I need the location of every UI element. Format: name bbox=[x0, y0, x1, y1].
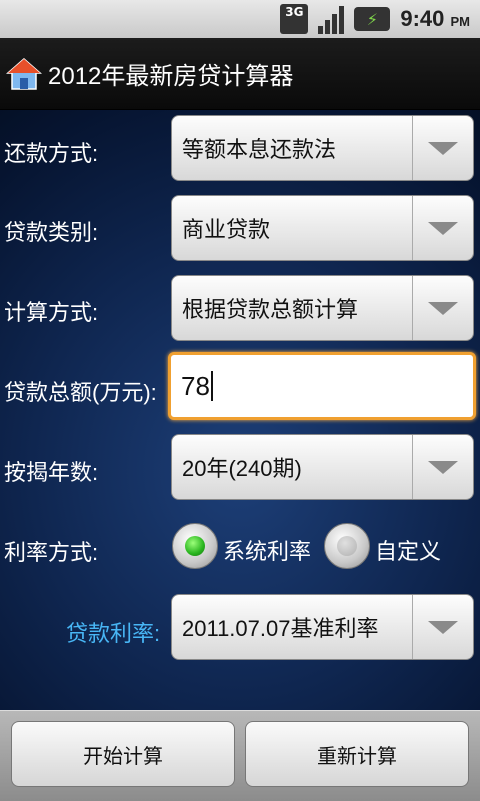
radio-system-rate[interactable] bbox=[172, 523, 218, 569]
radio-custom-rate[interactable] bbox=[324, 523, 370, 569]
app-title: 2012年最新房贷计算器 bbox=[48, 63, 294, 90]
rate-mode-label: 利率方式: bbox=[4, 540, 99, 565]
loan-rate-value: 2011.07.07基准利率 bbox=[182, 616, 379, 641]
repayment-method-spinner[interactable]: 等额本息还款法 bbox=[171, 115, 474, 181]
repayment-method-label: 还款方式: bbox=[4, 141, 99, 166]
text-cursor bbox=[210, 371, 213, 401]
calc-method-spinner[interactable]: 根据贷款总额计算 bbox=[171, 275, 474, 341]
loan-type-value: 商业贷款 bbox=[182, 217, 271, 242]
signal-strength-icon bbox=[318, 4, 345, 34]
dropdown-arrow-icon bbox=[412, 435, 473, 499]
dropdown-arrow-icon bbox=[412, 276, 473, 340]
calc-method-label: 计算方式: bbox=[4, 300, 99, 325]
years-value: 20年(240期) bbox=[182, 456, 302, 481]
network-3g-icon: 3G bbox=[280, 4, 309, 34]
loan-amount-value: 78 bbox=[181, 370, 210, 401]
years-spinner[interactable]: 20年(240期) bbox=[171, 434, 474, 500]
status-bar: 3G ⚡ 9:40 PM bbox=[0, 0, 480, 38]
dropdown-arrow-icon bbox=[412, 595, 473, 659]
status-time: 9:40 PM bbox=[400, 6, 470, 31]
app-title-bar: 2012年最新房贷计算器 bbox=[0, 38, 480, 110]
years-label: 按揭年数: bbox=[4, 460, 99, 485]
loan-amount-input[interactable]: 78 bbox=[168, 352, 476, 420]
reset-button[interactable]: 重新计算 bbox=[245, 721, 469, 787]
loan-rate-spinner[interactable]: 2011.07.07基准利率 bbox=[171, 594, 474, 660]
dropdown-arrow-icon bbox=[412, 116, 473, 180]
battery-charging-icon: ⚡ bbox=[354, 7, 391, 31]
repayment-method-value: 等额本息还款法 bbox=[182, 137, 337, 162]
bottom-button-bar: 开始计算 重新计算 bbox=[0, 710, 480, 801]
loan-amount-label: 贷款总额(万元): bbox=[4, 380, 157, 405]
loan-type-label: 贷款类别: bbox=[4, 220, 99, 245]
radio-custom-rate-label[interactable]: 自定义 bbox=[375, 534, 441, 566]
radio-system-rate-label[interactable]: 系统利率 bbox=[223, 534, 311, 566]
calculate-button[interactable]: 开始计算 bbox=[11, 721, 235, 787]
calc-method-value: 根据贷款总额计算 bbox=[182, 297, 359, 322]
dropdown-arrow-icon bbox=[412, 196, 473, 260]
loan-rate-label: 贷款利率: bbox=[66, 621, 161, 646]
house-icon bbox=[6, 57, 42, 90]
loan-type-spinner[interactable]: 商业贷款 bbox=[171, 195, 474, 261]
